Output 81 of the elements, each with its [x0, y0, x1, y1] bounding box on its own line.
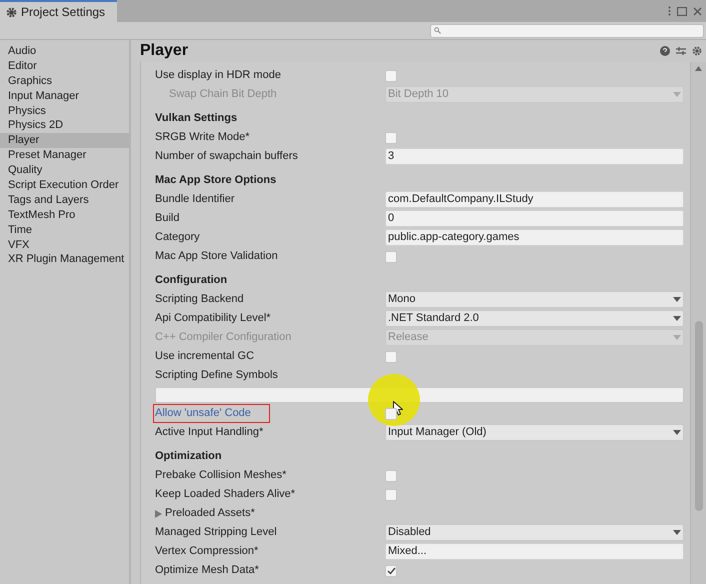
text-field[interactable]: 3 [385, 148, 684, 165]
search-field[interactable] [430, 24, 704, 38]
check-icon [386, 566, 396, 574]
field-label: Vertex Compression* [155, 544, 258, 560]
field-label: Allow 'unsafe' Code [154, 405, 269, 422]
dropdown[interactable]: Disabled [385, 524, 684, 541]
sidebar-item[interactable]: XR Plugin Management [0, 252, 129, 268]
sliders-icon[interactable] [676, 46, 686, 56]
field-label: SRGB Write Mode* [155, 130, 250, 146]
field-label: Category [155, 230, 200, 246]
checkbox[interactable] [385, 488, 397, 500]
field-label: Use incremental GC [155, 349, 254, 364]
field-label: Scripting Define Symbols [155, 368, 278, 384]
checkbox[interactable] [385, 470, 397, 482]
dropdown-arrow-icon [673, 335, 681, 340]
sidebar-item[interactable]: Physics 2D [0, 118, 129, 134]
field-label: Scripting Backend [155, 292, 244, 308]
dropdown-arrow-icon [673, 92, 681, 97]
sidebar-item[interactable]: Quality [0, 163, 129, 178]
help-icon[interactable] [660, 46, 670, 56]
scrollbar-thumb[interactable] [694, 321, 702, 511]
sidebar-item[interactable]: Audio [0, 44, 129, 59]
window-tab[interactable]: Project Settings [0, 0, 117, 22]
section-header: Configuration [155, 272, 228, 288]
sidebar-item[interactable]: Tags and Layers [0, 192, 129, 208]
sidebar-item[interactable]: Script Execution Order [0, 178, 129, 193]
field-label: Prebake Collision Meshes* [155, 468, 286, 484]
gear-icon [6, 6, 17, 18]
field-label: Optimize Mesh Data* [155, 563, 259, 578]
sidebar-item[interactable]: Input Manager [0, 88, 129, 104]
scroll-up-icon[interactable] [695, 66, 702, 71]
caret-right-icon [155, 510, 162, 518]
field-label: Bundle Identifier [155, 192, 234, 208]
section-header: Optimization [155, 448, 222, 464]
checkbox[interactable] [385, 564, 397, 576]
maximize-icon[interactable] [677, 6, 687, 16]
search-icon [434, 27, 441, 34]
gear-icon[interactable] [692, 46, 702, 56]
field-label: Number of swapchain buffers [155, 149, 298, 164]
sidebar-item[interactable]: Preset Manager [0, 148, 129, 164]
dropdown[interactable]: .NET Standard 2.0 [385, 310, 684, 327]
sidebar-item[interactable]: Graphics [0, 74, 129, 89]
dropdown-arrow-icon [673, 316, 681, 321]
section-header: Mac App Store Options [155, 172, 276, 188]
text-field[interactable]: 0 [385, 210, 684, 227]
dropdown[interactable]: Mono [385, 291, 684, 308]
dropdown-arrow-icon [673, 430, 681, 435]
sidebar-item[interactable]: Editor [0, 58, 129, 74]
field-label: Managed Stripping Level [155, 525, 277, 540]
dropdown-arrow-icon [673, 530, 681, 535]
text-field[interactable]: com.DefaultCompany.ILStudy [385, 191, 684, 208]
text-field[interactable]: Mixed... [385, 543, 684, 560]
sidebar-item[interactable]: Player [0, 133, 129, 148]
field-label: Active Input Handling* [155, 425, 264, 440]
field-label: C++ Compiler Configuration [155, 330, 292, 346]
section-header: Vulkan Settings [155, 110, 238, 126]
cursor-icon [393, 401, 403, 416]
dropdown[interactable]: Input Manager (Old) [385, 424, 684, 441]
checkbox[interactable] [385, 70, 397, 82]
field-label: Use display in HDR mode [155, 68, 281, 84]
field-label: Build [155, 211, 180, 226]
field-label: Swap Chain Bit Depth [168, 87, 277, 102]
field-label: Keep Loaded Shaders Alive* [155, 487, 296, 502]
checkbox[interactable] [385, 350, 397, 362]
close-icon[interactable] [693, 6, 702, 16]
checkbox[interactable] [385, 408, 397, 420]
sidebar-item[interactable]: Physics [0, 104, 129, 118]
foldout-toggle[interactable]: Preloaded Assets* [155, 505, 255, 522]
define-symbols-field[interactable] [155, 386, 684, 402]
field-label: Mac App Store Validation [155, 249, 278, 264]
scrollbar[interactable] [690, 62, 706, 584]
more-icon[interactable] [668, 6, 671, 16]
dropdown-arrow-icon [673, 297, 681, 302]
checkbox[interactable] [385, 250, 397, 262]
sidebar-item[interactable]: Time [0, 222, 129, 238]
panel-title: Player [140, 41, 188, 61]
checkbox[interactable] [385, 132, 397, 144]
text-field[interactable]: public.app-category.games [385, 229, 684, 246]
sidebar-item[interactable]: VFX [0, 238, 129, 252]
sidebar-item[interactable]: TextMesh Pro [0, 208, 129, 223]
field-label: Api Compatibility Level* [155, 311, 271, 326]
